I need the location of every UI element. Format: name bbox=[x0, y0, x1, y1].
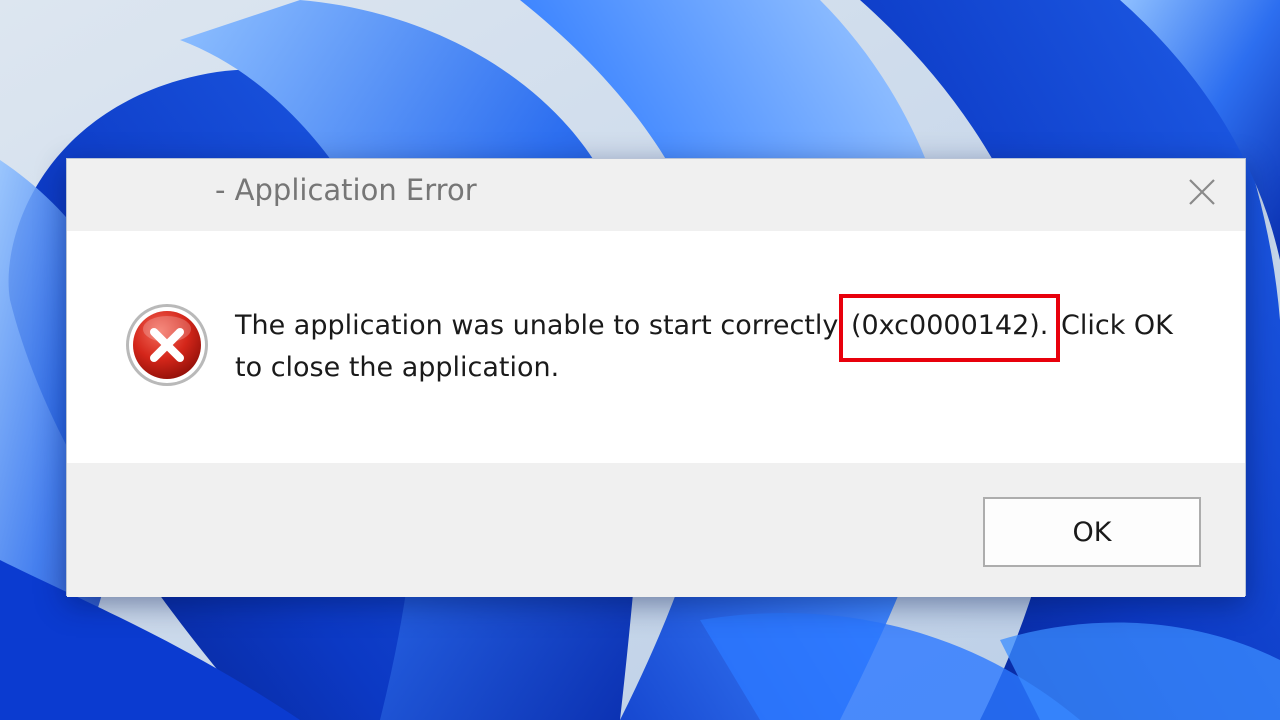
error-code-highlight: (0xc0000142). bbox=[838, 294, 1061, 362]
error-message-text: The application was unable to start corr… bbox=[235, 310, 847, 341]
error-icon bbox=[126, 304, 208, 386]
close-button[interactable] bbox=[1173, 167, 1231, 217]
ok-button[interactable]: OK bbox=[983, 497, 1201, 567]
error-dialog: - Application Error The application was … bbox=[66, 158, 1246, 597]
dialog-content: The application was unable to start corr… bbox=[67, 231, 1245, 463]
dialog-titlebar[interactable]: - Application Error bbox=[67, 159, 1245, 231]
dialog-title: - Application Error bbox=[215, 173, 477, 207]
dialog-footer: OK bbox=[67, 463, 1245, 597]
error-message: The application was unable to start corr… bbox=[235, 294, 1195, 389]
close-icon bbox=[1189, 179, 1215, 205]
